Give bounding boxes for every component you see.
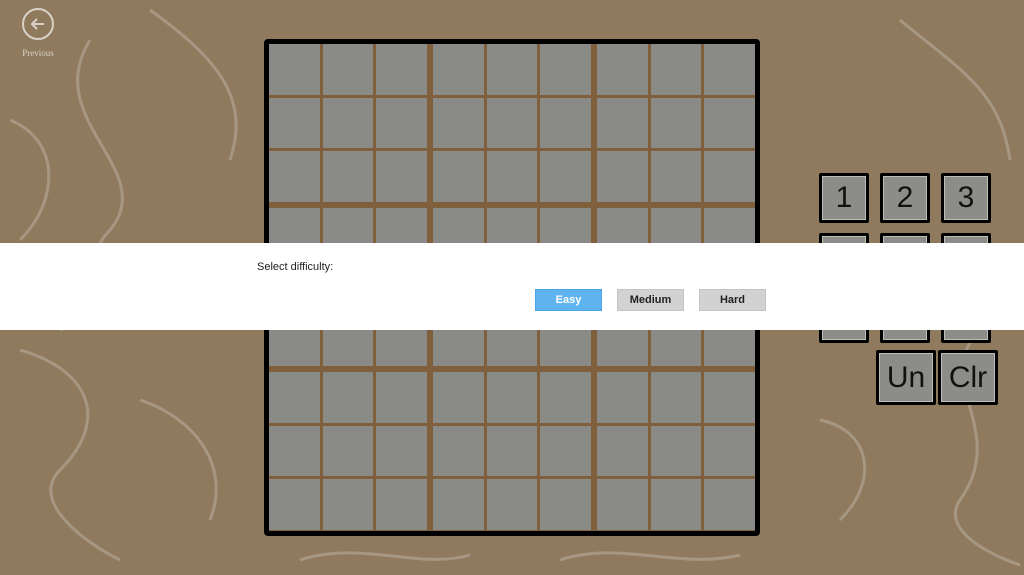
medium-button[interactable]: Medium	[617, 289, 684, 311]
board-cell[interactable]	[486, 97, 538, 149]
board-box	[269, 44, 427, 202]
board-cell[interactable]	[597, 151, 648, 202]
board-cell[interactable]	[650, 97, 702, 149]
board-cell[interactable]	[486, 151, 538, 202]
back-label: Previous	[22, 48, 54, 58]
board-cell[interactable]	[597, 44, 648, 95]
board-cell[interactable]	[597, 479, 648, 530]
key-label: 2	[883, 176, 927, 220]
hard-button[interactable]: Hard	[699, 289, 766, 311]
back-arrow-icon	[22, 8, 54, 40]
key-2[interactable]: 2	[880, 173, 930, 223]
board-cell[interactable]	[650, 425, 702, 477]
board-cell[interactable]	[269, 479, 320, 530]
board-cell[interactable]	[540, 479, 591, 530]
board-cell[interactable]	[486, 425, 538, 477]
board-cell[interactable]	[540, 151, 591, 202]
board-cell[interactable]	[269, 44, 320, 95]
board-cell[interactable]	[597, 97, 648, 149]
board-cell[interactable]	[704, 44, 755, 95]
board-box	[433, 44, 591, 202]
board-cell[interactable]	[269, 425, 320, 477]
board-cell[interactable]	[650, 479, 702, 530]
board-cell[interactable]	[650, 44, 702, 95]
board-box	[597, 44, 755, 202]
board-cell[interactable]	[322, 97, 374, 149]
board-cell[interactable]	[322, 425, 374, 477]
board-cell[interactable]	[704, 97, 755, 149]
key-label: Un	[879, 353, 933, 402]
board-cell[interactable]	[433, 425, 484, 477]
board-cell[interactable]	[269, 372, 320, 423]
board-box	[597, 372, 755, 530]
board-cell[interactable]	[486, 44, 538, 95]
board-cell[interactable]	[376, 479, 427, 530]
board-cell[interactable]	[322, 44, 374, 95]
board-cell[interactable]	[540, 97, 591, 149]
key-label: Clr	[941, 353, 995, 402]
key-label: 1	[822, 176, 866, 220]
board-cell[interactable]	[433, 44, 484, 95]
board-cell[interactable]	[269, 97, 320, 149]
key-label: 3	[944, 176, 988, 220]
board-cell[interactable]	[433, 97, 484, 149]
board-cell[interactable]	[433, 479, 484, 530]
back-button[interactable]: Previous	[18, 8, 58, 58]
board-cell[interactable]	[540, 372, 591, 423]
board-cell[interactable]	[704, 425, 755, 477]
board-cell[interactable]	[376, 151, 427, 202]
board-cell[interactable]	[540, 44, 591, 95]
board-cell[interactable]	[376, 44, 427, 95]
board-cell[interactable]	[597, 425, 648, 477]
board-cell[interactable]	[376, 425, 427, 477]
board-cell[interactable]	[376, 372, 427, 423]
board-cell[interactable]	[322, 151, 374, 202]
board-cell[interactable]	[704, 151, 755, 202]
board-cell[interactable]	[486, 372, 538, 423]
difficulty-dialog: Select difficulty: Easy Medium Hard	[0, 243, 1024, 330]
board-cell[interactable]	[650, 372, 702, 423]
board-cell[interactable]	[540, 425, 591, 477]
board-cell[interactable]	[322, 372, 374, 423]
board-cell[interactable]	[376, 97, 427, 149]
board-cell[interactable]	[433, 372, 484, 423]
board-cell[interactable]	[704, 479, 755, 530]
board-box	[433, 372, 591, 530]
key-3[interactable]: 3	[941, 173, 991, 223]
board-cell[interactable]	[704, 372, 755, 423]
clear-button[interactable]: Clr	[938, 350, 998, 405]
easy-button[interactable]: Easy	[535, 289, 602, 311]
board-cell[interactable]	[433, 151, 484, 202]
board-box	[269, 372, 427, 530]
board-cell[interactable]	[597, 372, 648, 423]
undo-button[interactable]: Un	[876, 350, 936, 405]
board-cell[interactable]	[322, 479, 374, 530]
board-cell[interactable]	[269, 151, 320, 202]
board-cell[interactable]	[650, 151, 702, 202]
key-1[interactable]: 1	[819, 173, 869, 223]
board-cell[interactable]	[486, 479, 538, 530]
dialog-title: Select difficulty:	[257, 261, 334, 273]
